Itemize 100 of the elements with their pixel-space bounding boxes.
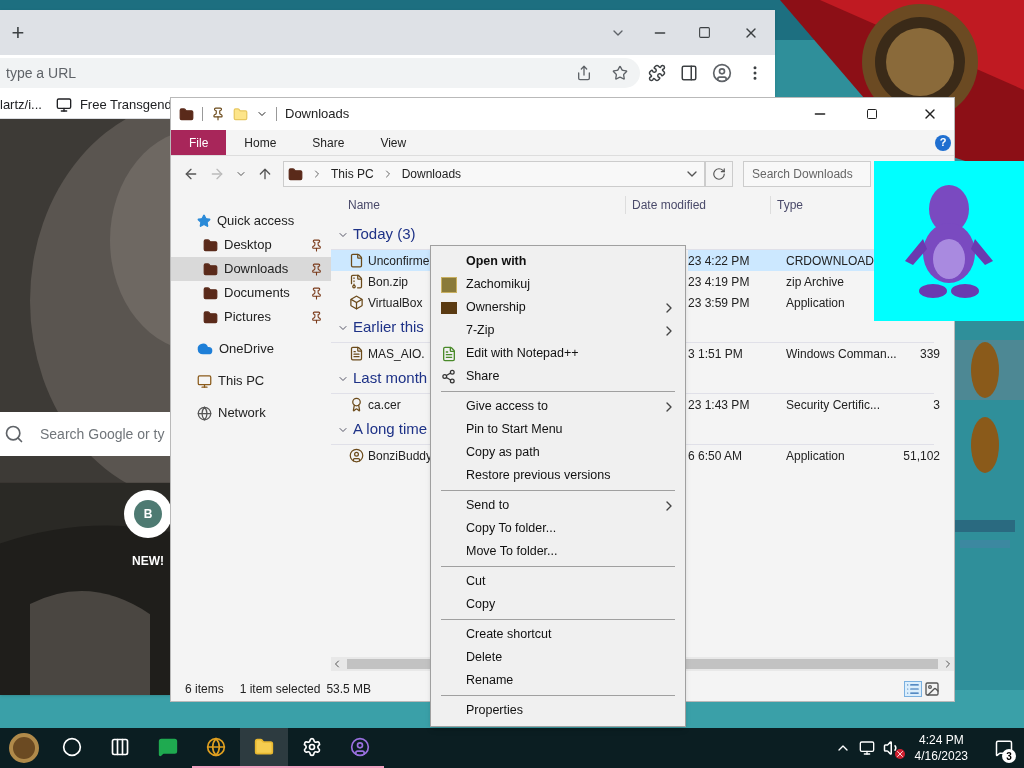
profile-icon[interactable] bbox=[712, 63, 732, 83]
clock-date[interactable]: 4/16/2023 bbox=[914, 748, 968, 764]
status-size: 53.5 MB bbox=[326, 681, 372, 698]
menu-item[interactable]: Ownership bbox=[431, 296, 685, 319]
date-cell: 23 4:22 PM bbox=[688, 250, 786, 271]
share-icon bbox=[441, 369, 456, 384]
maximize-icon[interactable] bbox=[698, 26, 711, 39]
ribbon-tab[interactable]: File bbox=[171, 130, 227, 155]
folder-icon bbox=[203, 309, 218, 325]
file-name[interactable]: VirtualBox bbox=[368, 293, 423, 312]
document-icon bbox=[349, 346, 364, 361]
menu-item[interactable]: Copy bbox=[431, 593, 685, 616]
ribbon-tab[interactable]: Home bbox=[226, 130, 295, 155]
ribbon-tab[interactable]: Share bbox=[294, 130, 363, 155]
network-icon[interactable] bbox=[858, 740, 875, 756]
address-field[interactable]: This PC Downloads bbox=[283, 161, 705, 187]
bookmark-star-icon[interactable] bbox=[612, 65, 628, 81]
cube-icon bbox=[349, 295, 364, 310]
menu-item[interactable]: Delete bbox=[431, 646, 685, 669]
new-tab-button[interactable]: + bbox=[8, 21, 28, 44]
column-header[interactable]: Type bbox=[770, 196, 803, 214]
character-icon bbox=[350, 737, 370, 757]
nav-item[interactable]: OneDrive bbox=[171, 337, 331, 361]
archive-icon bbox=[349, 274, 364, 289]
share-icon[interactable] bbox=[576, 65, 592, 81]
menu-item[interactable]: Open with bbox=[431, 250, 685, 273]
menu-item[interactable]: Properties bbox=[431, 699, 685, 722]
file-name[interactable]: Bon.zip bbox=[368, 272, 409, 291]
file-name[interactable]: BonziBuddy bbox=[368, 446, 433, 465]
settings-icon bbox=[302, 737, 322, 757]
menu-item[interactable]: Edit with Notepad++ bbox=[431, 342, 685, 365]
nav-item[interactable]: Downloads bbox=[171, 257, 331, 281]
nav-item[interactable]: This PC bbox=[171, 369, 331, 393]
taskbar-button[interactable] bbox=[240, 728, 288, 768]
date-cell-text: 3 1:51 PM bbox=[688, 345, 744, 363]
refresh-button[interactable] bbox=[705, 161, 733, 187]
date-cell-text: 6 6:50 AM bbox=[688, 447, 744, 465]
breadcrumb-item[interactable]: This PC bbox=[331, 165, 374, 183]
nav-item[interactable]: Pictures bbox=[171, 305, 331, 329]
maximize-icon[interactable] bbox=[866, 108, 878, 120]
size-cell-text: 3 bbox=[932, 396, 940, 414]
folder-icon bbox=[288, 166, 303, 182]
file-explorer-icon bbox=[254, 737, 274, 757]
address-bar[interactable]: type a URL bbox=[0, 58, 640, 88]
column-header[interactable]: Name bbox=[331, 196, 625, 214]
type-cell-text: zip Archive bbox=[786, 273, 846, 291]
menu-item[interactable]: Copy To folder... bbox=[431, 517, 685, 540]
folder-icon bbox=[203, 261, 218, 277]
notepad-icon bbox=[440, 345, 457, 362]
bookmark-link[interactable]: lartz/i... bbox=[0, 94, 42, 115]
star-icon bbox=[197, 214, 211, 228]
menu-item[interactable]: Give access to bbox=[431, 395, 685, 418]
menu-item[interactable]: Cut bbox=[431, 570, 685, 593]
cortana-icon bbox=[62, 737, 82, 757]
file-name[interactable]: MAS_AIO. bbox=[368, 344, 425, 363]
menu-item[interactable]: Move To folder... bbox=[431, 540, 685, 563]
date-cell-text: 23 4:19 PM bbox=[688, 273, 751, 291]
menu-item[interactable]: Zachomikuj bbox=[431, 273, 685, 296]
help-button[interactable]: ? bbox=[935, 134, 951, 151]
nav-item[interactable]: Documents bbox=[171, 281, 331, 305]
column-header[interactable]: Date modified bbox=[625, 196, 770, 214]
menu-item[interactable]: Pin to Start Menu bbox=[431, 418, 685, 441]
pin-icon[interactable] bbox=[211, 107, 225, 121]
menu-item[interactable]: Rename bbox=[431, 669, 685, 692]
menu-item[interactable]: Restore previous versions bbox=[431, 464, 685, 487]
nav-item[interactable]: Quick access bbox=[171, 209, 331, 233]
search-icon bbox=[4, 424, 24, 444]
computer-icon bbox=[55, 96, 72, 113]
date-cell-text: 23 1:43 PM bbox=[688, 396, 751, 414]
menu-item[interactable]: Send to bbox=[431, 494, 685, 517]
file-name[interactable]: ca.cer bbox=[368, 395, 401, 414]
task-view-icon bbox=[110, 737, 130, 757]
search-field[interactable]: Search Downloads bbox=[743, 161, 871, 187]
menu-item[interactable]: Share bbox=[431, 365, 685, 388]
refresh-icon[interactable] bbox=[712, 167, 726, 181]
cloud-icon bbox=[197, 341, 213, 357]
clock-time[interactable]: 4:24 PM bbox=[918, 732, 964, 748]
ribbon-tab[interactable]: View bbox=[362, 130, 425, 155]
breadcrumb-item[interactable]: Downloads bbox=[401, 165, 462, 183]
menu-item[interactable]: 7-Zip bbox=[431, 319, 685, 342]
window-title: Downloads bbox=[285, 105, 351, 124]
app-icon bbox=[440, 276, 457, 293]
nav-item[interactable]: Network bbox=[171, 401, 331, 425]
browser-icon bbox=[206, 737, 226, 757]
back-icon[interactable] bbox=[183, 166, 199, 182]
large-icons-view-icon[interactable] bbox=[924, 681, 940, 697]
side-panel-icon[interactable] bbox=[680, 64, 698, 82]
network-icon bbox=[197, 405, 212, 421]
nav-item[interactable]: Desktop bbox=[171, 233, 331, 257]
extensions-icon[interactable] bbox=[648, 64, 666, 82]
up-icon[interactable] bbox=[257, 166, 273, 182]
status-selection: 1 item selected bbox=[239, 681, 321, 698]
size-cell-text: 339 bbox=[918, 345, 940, 363]
details-view-icon[interactable] bbox=[904, 681, 922, 697]
menu-item[interactable]: Copy as path bbox=[431, 441, 685, 464]
bookmark-link[interactable]: Free Transgend bbox=[55, 94, 172, 115]
type-cell-text: Application bbox=[786, 447, 846, 465]
notification-count-badge: 3 bbox=[1002, 749, 1016, 763]
folder-icon bbox=[203, 285, 218, 301]
menu-item[interactable]: Create shortcut bbox=[431, 623, 685, 646]
